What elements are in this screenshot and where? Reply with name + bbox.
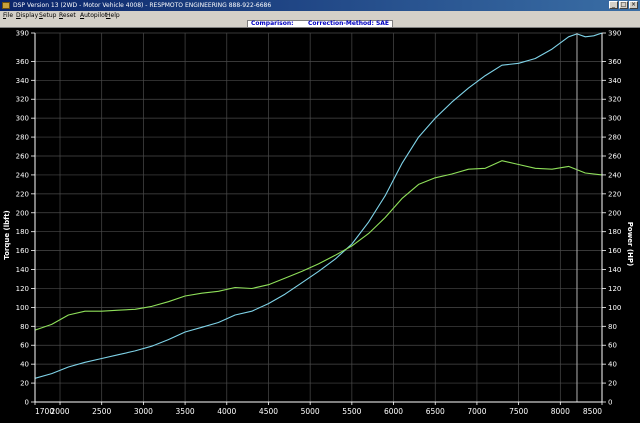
x-tick-label: 8500 <box>583 407 602 416</box>
y-tick-label-right: 300 <box>608 115 621 123</box>
x-tick-label: 2000 <box>50 407 69 416</box>
x-tick-label: 5500 <box>342 407 361 416</box>
y-tick-label-right: 80 <box>608 323 617 331</box>
y-tick-label-left: 60 <box>20 342 29 350</box>
y-tick-label-right: 40 <box>608 361 617 369</box>
torque-axis-label: Torque (lbft) <box>3 210 11 260</box>
y-tick-label-right: 180 <box>608 228 621 236</box>
y-tick-label-right: 0 <box>608 399 612 407</box>
x-tick-label: 3000 <box>134 407 153 416</box>
y-tick-label-right: 360 <box>608 58 621 66</box>
comparison-label: Comparison: <box>251 20 294 27</box>
x-tick-label: 7000 <box>467 407 486 416</box>
y-tick-label-left: 20 <box>20 380 29 388</box>
y-tick-label-left: 260 <box>16 153 29 161</box>
y-tick-label-right: 340 <box>608 77 621 85</box>
y-tick-label-right: 240 <box>608 171 621 179</box>
app-icon <box>2 2 10 9</box>
close-button[interactable]: × <box>629 1 638 9</box>
menu-help[interactable]: Help <box>106 11 120 20</box>
correction-method-label: Correction-Method: SAE <box>308 20 390 27</box>
y-tick-label-right: 320 <box>608 96 621 104</box>
y-tick-label-left: 340 <box>16 77 29 85</box>
y-tick-label-right: 220 <box>608 190 621 198</box>
x-tick-label: 8000 <box>551 407 570 416</box>
y-tick-label-right: 160 <box>608 247 621 255</box>
y-tick-label-right: 60 <box>608 342 617 350</box>
y-tick-label-right: 200 <box>608 209 621 217</box>
minimize-button[interactable]: _ <box>609 1 618 9</box>
x-tick-label: 7500 <box>509 407 528 416</box>
dyno-window: DSP Version 13 (2WD - Motor Vehicle 4008… <box>0 0 640 423</box>
y-tick-label-left: 140 <box>16 266 29 274</box>
x-tick-label: 4500 <box>259 407 278 416</box>
y-tick-label-right: 390 <box>608 30 621 38</box>
menu-display[interactable]: Display <box>16 11 38 20</box>
y-tick-label-left: 160 <box>16 247 29 255</box>
y-tick-label-left: 390 <box>16 30 29 38</box>
y-tick-label-left: 280 <box>16 134 29 142</box>
x-tick-label: 2500 <box>92 407 111 416</box>
y-tick-label-right: 260 <box>608 153 621 161</box>
y-tick-label-right: 120 <box>608 285 621 293</box>
y-tick-label-left: 220 <box>16 190 29 198</box>
comparison-status: Comparison: Correction-Method: SAE <box>247 20 393 28</box>
y-tick-label-left: 300 <box>16 115 29 123</box>
y-tick-label-left: 360 <box>16 58 29 66</box>
y-tick-label-left: 320 <box>16 96 29 104</box>
menu-reset[interactable]: Reset <box>59 11 76 20</box>
menu-autopilot[interactable]: Autopilot <box>80 11 107 20</box>
x-tick-label: 4000 <box>217 407 236 416</box>
x-tick-label: 5000 <box>301 407 320 416</box>
y-tick-label-left: 180 <box>16 228 29 236</box>
y-tick-label-right: 280 <box>608 134 621 142</box>
y-tick-label-left: 0 <box>25 399 29 407</box>
y-tick-label-right: 20 <box>608 380 617 388</box>
x-tick-label: 3500 <box>176 407 195 416</box>
y-tick-label-left: 80 <box>20 323 29 331</box>
x-tick-label: 6000 <box>384 407 403 416</box>
maximize-button[interactable]: □ <box>619 1 628 9</box>
comparison-bar: Comparison: Correction-Method: SAE <box>0 20 640 28</box>
menu-file[interactable]: File <box>3 11 13 20</box>
y-tick-label-left: 200 <box>16 209 29 217</box>
power-axis-label: Power (HP) <box>626 222 634 266</box>
y-tick-label-left: 120 <box>16 285 29 293</box>
menu-setup[interactable]: Setup <box>39 11 56 20</box>
y-tick-label-left: 240 <box>16 171 29 179</box>
y-tick-label-left: 40 <box>20 361 29 369</box>
menu-bar: File Display Setup Reset Autopilot Help <box>0 11 640 20</box>
title-bar: DSP Version 13 (2WD - Motor Vehicle 4008… <box>0 0 640 11</box>
chart-background <box>0 28 640 423</box>
y-tick-label-right: 140 <box>608 266 621 274</box>
window-controls: _ □ × <box>609 1 638 9</box>
x-tick-label: 6500 <box>426 407 445 416</box>
y-tick-label-left: 100 <box>16 304 29 312</box>
y-tick-label-right: 100 <box>608 304 621 312</box>
dyno-chart: 0 0 20 20 40 40 60 60 80 80 100 100 120 120 140 140 160 1… <box>0 28 640 423</box>
window-title: DSP Version 13 (2WD - Motor Vehicle 4008… <box>13 2 272 9</box>
